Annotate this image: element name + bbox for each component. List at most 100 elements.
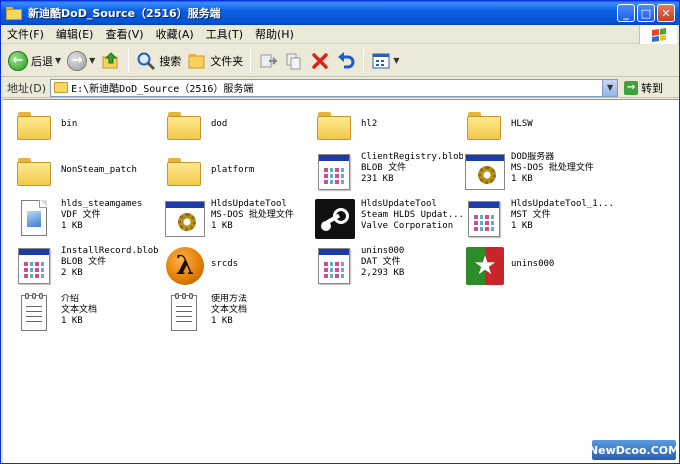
menu-edit[interactable]: 编辑(E): [50, 25, 100, 44]
file-name: InstallRecord.blob: [61, 246, 159, 256]
window-title: 新迪酷DoD_Source（2516）服务端: [28, 7, 221, 20]
delete-icon: [310, 51, 330, 71]
folder-icon: [13, 104, 57, 148]
address-input[interactable]: E:\新迪酷DoD_Source（2516）服务端 ▼: [50, 78, 619, 97]
folders-icon: [187, 51, 207, 71]
file-name: unins000: [511, 259, 555, 269]
menu-view[interactable]: 查看(V): [99, 25, 149, 44]
steam-icon: [313, 197, 357, 241]
file-item[interactable]: hlds_steamgames VDF 文件 1 KB: [13, 197, 163, 243]
file-item[interactable]: HldsUpdateTool MS-DOS 批处理文件 1 KB: [163, 197, 313, 243]
chevron-down-icon[interactable]: ▼: [393, 56, 399, 65]
folder-icon: [463, 104, 507, 148]
go-arrow-icon: →: [624, 80, 639, 95]
chevron-down-icon[interactable]: ▼: [55, 56, 61, 65]
folder-icon: [163, 104, 207, 148]
file-name: ClientRegistry.blob: [361, 152, 463, 162]
copy-to-button[interactable]: [281, 47, 307, 75]
maximize-button[interactable]: □: [637, 4, 655, 22]
address-bar: 地址(D) E:\新迪酷DoD_Source（2516）服务端 ▼ → 转到: [1, 78, 679, 98]
file-name: HldsUpdateTool_1...: [511, 199, 613, 209]
folder-icon: [313, 104, 357, 148]
menu-file[interactable]: 文件(F): [1, 25, 50, 44]
file-item[interactable]: NonSteam_patch: [13, 150, 163, 196]
file-item[interactable]: HldsUpdateTool_1... MST 文件 1 KB: [463, 197, 613, 243]
file-item[interactable]: HldsUpdateTool Steam HLDS Updat... Valve…: [313, 197, 463, 243]
file-item[interactable]: bin: [13, 104, 163, 150]
file-item[interactable]: unins000 DAT 文件 2,293 KB: [313, 244, 463, 290]
file-item[interactable]: DOD服务器 MS-DOS 批处理文件 1 KB: [463, 150, 613, 196]
file-name: 使用方法: [211, 294, 248, 304]
search-button[interactable]: 搜索: [133, 47, 184, 75]
chevron-down-icon[interactable]: ▼: [89, 56, 95, 65]
toolbar: ← 后退 ▼ → ▼ 搜索 文件夹 ▼: [1, 45, 679, 77]
title-bar[interactable]: 新迪酷DoD_Source（2516）服务端 _ □ ✕: [1, 1, 679, 25]
windows-logo-icon: [639, 25, 677, 44]
back-button[interactable]: ← 后退 ▼: [5, 47, 64, 75]
copy-to-icon: [284, 51, 304, 71]
file-type: 文本文档: [211, 305, 248, 315]
explorer-window: 新迪酷DoD_Source（2516）服务端 _ □ ✕ 文件(F) 编辑(E)…: [0, 0, 680, 464]
file-item[interactable]: InstallRecord.blob BLOB 文件 2 KB: [13, 244, 163, 290]
file-type: DAT 文件: [361, 257, 401, 267]
file-list[interactable]: bin dod hl2 HLSW NonSteam_patch platform…: [3, 99, 679, 463]
file-type: VDF 文件: [61, 210, 101, 220]
file-name: 介绍: [61, 294, 80, 304]
views-button[interactable]: ▼: [368, 47, 402, 75]
move-to-button[interactable]: [255, 47, 281, 75]
delete-button[interactable]: [307, 47, 333, 75]
search-label: 搜索: [159, 54, 182, 68]
generic-file-icon: [463, 197, 507, 241]
file-name: hl2: [361, 119, 378, 129]
file-item[interactable]: platform: [163, 150, 313, 196]
file-item[interactable]: ★ unins000: [463, 244, 613, 290]
folder-icon: [13, 150, 57, 194]
uninstaller-icon: ★: [463, 244, 507, 288]
text-file-icon: [13, 292, 57, 336]
file-item[interactable]: 介绍 文本文档 1 KB: [13, 292, 163, 338]
file-name: HldsUpdateTool: [211, 199, 287, 209]
file-item[interactable]: λ srcds: [163, 244, 313, 290]
address-path[interactable]: E:\新迪酷DoD_Source（2516）服务端: [71, 80, 253, 95]
up-folder-button[interactable]: [98, 47, 124, 75]
chevron-down-icon[interactable]: ▼: [602, 79, 618, 96]
menu-tools[interactable]: 工具(T): [200, 25, 249, 44]
views-icon: [371, 51, 391, 71]
file-name: bin: [61, 119, 78, 129]
file-item[interactable]: ClientRegistry.blob BLOB 文件 231 KB: [313, 150, 463, 196]
folder-icon: [54, 82, 69, 93]
file-size: 1 KB: [61, 221, 83, 231]
minimize-button[interactable]: _: [617, 4, 635, 22]
undo-button[interactable]: [333, 47, 359, 75]
file-size: 2,293 KB: [361, 268, 405, 278]
file-item[interactable]: HLSW: [463, 104, 613, 150]
go-label: 转到: [641, 81, 664, 95]
file-size: 231 KB: [361, 174, 394, 184]
text-file-icon: [163, 292, 207, 336]
up-folder-icon: [101, 51, 121, 71]
file-size: 1 KB: [511, 221, 533, 231]
forward-button[interactable]: → ▼: [64, 47, 98, 75]
file-type: BLOB 文件: [61, 257, 107, 267]
menu-bar: 文件(F) 编辑(E) 查看(V) 收藏(A) 工具(T) 帮助(H): [1, 25, 679, 44]
go-button[interactable]: → 转到: [624, 80, 663, 96]
move-to-icon: [258, 51, 278, 71]
file-type: MS-DOS 批处理文件: [511, 163, 594, 173]
menu-help[interactable]: 帮助(H): [249, 25, 300, 44]
file-name: NonSteam_patch: [61, 165, 137, 175]
file-item[interactable]: dod: [163, 104, 313, 150]
file-item[interactable]: hl2: [313, 104, 463, 150]
close-button[interactable]: ✕: [657, 4, 675, 22]
folders-button[interactable]: 文件夹: [184, 47, 246, 75]
file-item[interactable]: 使用方法 文本文档 1 KB: [163, 292, 313, 338]
generic-file-icon: [313, 150, 357, 194]
file-size: 1 KB: [211, 316, 233, 326]
half-life-icon: λ: [163, 244, 207, 288]
file-company: Valve Corporation: [361, 221, 454, 231]
generic-file-icon: [13, 244, 57, 288]
address-label: 地址(D): [7, 81, 47, 95]
menu-favorites[interactable]: 收藏(A): [150, 25, 200, 44]
file-name: hlds_steamgames: [61, 199, 143, 209]
file-name: unins000: [361, 246, 405, 256]
search-icon: [136, 51, 156, 71]
